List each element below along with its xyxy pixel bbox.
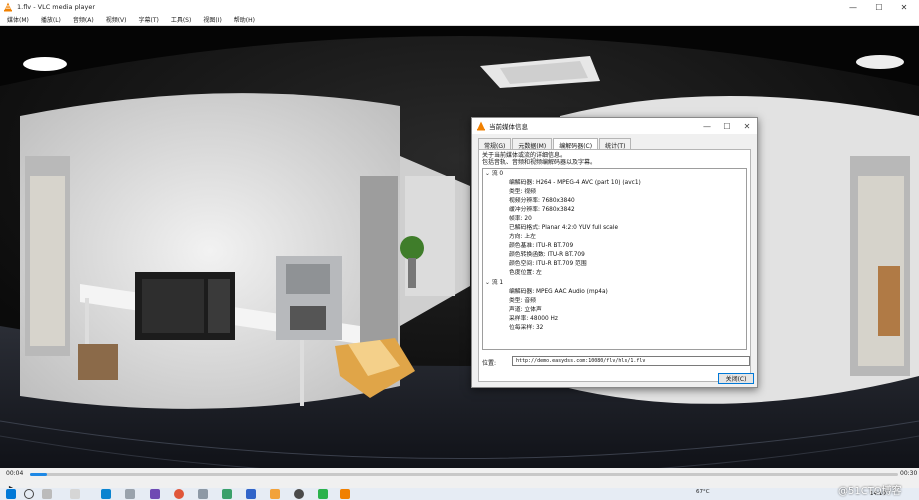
start-icon[interactable] <box>6 489 16 499</box>
tab-metadata[interactable]: 元数据(M) <box>512 138 553 150</box>
tree-row: 类型: 音频 <box>509 298 536 304</box>
location-label: 位置: <box>482 360 497 367</box>
watermark-text: @51CTO博客 <box>838 486 902 497</box>
vlc-taskbar-icon[interactable] <box>340 489 350 499</box>
taskbar: 67°C 14:10 <box>0 488 919 500</box>
codec-tree[interactable]: ⌄ 流 0 编解码器: H264 - MPEG-4 AVC (part 10) … <box>482 168 747 350</box>
minimize-button[interactable]: — <box>842 0 864 14</box>
dialog-title: 当前媒体信息 <box>489 123 528 131</box>
tree-row: 颜色基准: ITU-R BT.709 <box>509 243 574 249</box>
stream-1-header[interactable]: ⌄ 流 1 <box>485 279 503 288</box>
tree-row: 方向: 上左 <box>509 234 536 240</box>
tree-row: 类型: 视频 <box>509 189 536 195</box>
window-title: 1.flv - VLC media player <box>17 3 96 11</box>
app-icon[interactable] <box>318 489 328 499</box>
menu-subtitle[interactable]: 字幕(T) <box>131 15 163 24</box>
description-line: 关于当前媒体或流的详细信息。 <box>482 152 567 159</box>
menu-help[interactable]: 帮助(H) <box>227 15 260 24</box>
dialog-minimize-button[interactable]: — <box>698 118 716 134</box>
search-icon[interactable] <box>24 489 34 499</box>
tree-row: 声道: 立体声 <box>509 307 542 313</box>
seek-progress <box>30 473 48 476</box>
menu-bar: 媒体(M) 播放(L) 音频(A) 视频(V) 字幕(T) 工具(S) 视图(I… <box>0 14 919 26</box>
tree-row: 视频分辨率: 7680x3840 <box>509 198 575 204</box>
app-icon[interactable] <box>70 489 80 499</box>
close-button[interactable]: ✕ <box>893 0 915 14</box>
tree-row: 缓冲分辨率: 7680x3842 <box>509 207 575 213</box>
menu-audio[interactable]: 音频(A) <box>66 15 99 24</box>
tree-row: 编解码器: MPEG AAC Audio (mp4a) <box>509 289 608 295</box>
tree-row: 色度位置: 左 <box>509 270 542 276</box>
menu-tools[interactable]: 工具(S) <box>164 15 197 24</box>
dialog-close-action-button[interactable]: 关闭(C) <box>718 373 754 384</box>
tab-statistics[interactable]: 统计(T) <box>599 138 632 150</box>
tree-row: 编解码器: H264 - MPEG-4 AVC (part 10) (avc1) <box>509 180 641 186</box>
dialog-maximize-button[interactable]: ☐ <box>718 118 736 134</box>
stream-0-header[interactable]: ⌄ 流 0 <box>485 170 503 179</box>
vlc-window: 1.flv - VLC media player — ☐ ✕ 媒体(M) 播放(… <box>0 0 919 500</box>
menu-playback[interactable]: 播放(L) <box>34 15 66 24</box>
panorama-frame-image <box>0 26 919 468</box>
app-icon[interactable] <box>150 489 160 499</box>
media-info-dialog: 当前媒体信息 — ☐ ✕ 常规(G) 元数据(M) 编解码器(C) 统计(T) … <box>471 117 758 388</box>
location-field[interactable]: http://demo.easydss.com:10080/flv/hls/1.… <box>512 356 750 366</box>
weather-temperature: 67°C <box>696 489 710 495</box>
dialog-close-button[interactable]: ✕ <box>738 118 756 134</box>
vlc-cone-icon <box>4 2 12 12</box>
menu-video[interactable]: 视频(V) <box>99 15 132 24</box>
app-icon[interactable] <box>222 489 232 499</box>
description-line: 包括音轨、音频和视频编解码器以及字幕。 <box>482 159 597 166</box>
tree-row: 颜色转换函数: ITU-R BT.709 <box>509 252 585 258</box>
time-total: 00:30 <box>900 470 918 477</box>
tab-general[interactable]: 常规(G) <box>478 138 512 150</box>
menu-media[interactable]: 媒体(M) <box>0 15 34 24</box>
task-view-icon[interactable] <box>42 489 52 499</box>
chrome-icon[interactable] <box>174 489 184 499</box>
codec-description: 关于当前媒体或流的详细信息。 包括音轨、音频和视频编解码器以及字幕。 <box>482 152 596 166</box>
app-icon[interactable] <box>294 489 304 499</box>
chevron-down-icon[interactable]: ⌄ <box>485 171 490 177</box>
vlc-cone-icon <box>477 121 485 131</box>
menu-view[interactable]: 视图(I) <box>196 15 226 24</box>
time-current: 00:04 <box>6 470 24 477</box>
tree-row: 已解码格式: Planar 4:2:0 YUV full scale <box>509 225 619 231</box>
codec-panel: 关于当前媒体或流的详细信息。 包括音轨、音频和视频编解码器以及字幕。 ⌄ 流 0… <box>478 149 751 382</box>
seek-bar[interactable] <box>30 473 898 476</box>
tree-row: 帧率: 20 <box>509 216 532 222</box>
chevron-down-icon[interactable]: ⌄ <box>485 280 490 286</box>
title-bar: 1.flv - VLC media player — ☐ ✕ <box>0 0 919 14</box>
stream-label: 流 1 <box>491 280 504 286</box>
video-output[interactable] <box>0 26 919 468</box>
dialog-title-bar: 当前媒体信息 — ☐ ✕ <box>472 118 757 134</box>
stream-label: 流 0 <box>491 171 504 177</box>
app-icon[interactable] <box>270 489 280 499</box>
app-icon[interactable] <box>125 489 135 499</box>
tree-row: 采样率: 48000 Hz <box>509 316 558 322</box>
tree-row: 位每采样: 32 <box>509 325 544 331</box>
app-icon[interactable] <box>198 489 208 499</box>
maximize-button[interactable]: ☐ <box>868 0 890 14</box>
tree-row: 颜色空间: ITU-R BT.709 范围 <box>509 261 587 267</box>
app-icon[interactable] <box>246 489 256 499</box>
edge-icon[interactable] <box>101 489 111 499</box>
